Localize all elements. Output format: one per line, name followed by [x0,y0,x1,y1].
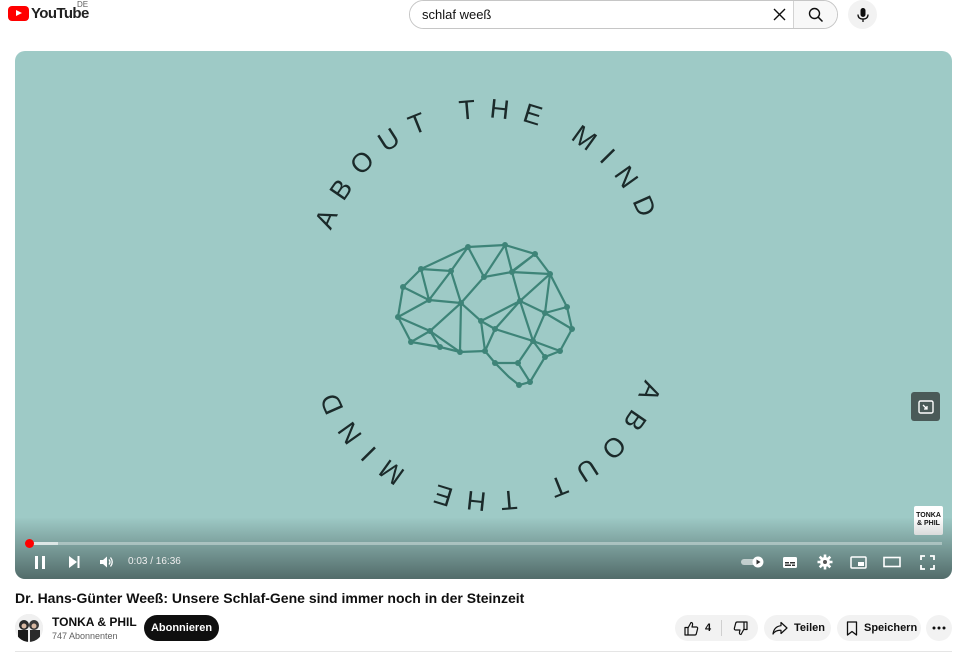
dislike-button[interactable] [722,615,758,641]
share-label: Teilen [794,622,825,634]
save-label: Speichern [864,622,918,634]
next-icon [69,556,80,568]
theater-mode-button[interactable] [881,551,903,573]
like-button[interactable]: 4 [675,615,721,641]
subtitles-icon [783,556,797,568]
next-button[interactable] [63,551,85,573]
search-icon [808,7,823,22]
like-dislike-group: 4 [675,615,758,641]
save-button[interactable]: Speichern [837,615,921,641]
avatar-image [15,614,43,642]
thumbs-up-icon [684,621,699,636]
video-frame: ABOUT THE MIND ABOUT THE MIND [309,93,667,517]
subtitles-button[interactable] [779,551,801,573]
search-input[interactable] [410,1,765,28]
autoplay-icon [741,556,764,568]
search-box [409,0,838,29]
more-actions-button[interactable] [926,615,952,641]
divider [15,651,952,652]
progress-bar[interactable] [24,539,942,548]
close-icon [773,8,785,21]
video-title: Dr. Hans-Günter Weeß: Unsere Schlaf-Gene… [15,590,525,606]
video-player[interactable]: ABOUT THE MIND ABOUT THE MIND TONKA 0:03… [15,51,952,579]
pause-button[interactable] [29,551,51,573]
miniplayer-button[interactable] [847,551,869,573]
country-code: DE [77,0,89,9]
thumbs-down-icon [733,620,748,635]
bookmark-icon [846,620,858,636]
volume-button[interactable] [96,551,118,573]
settings-button[interactable] [814,551,836,573]
artwork-text-bottom: ABOUT THE MIND [309,377,667,517]
artwork-text-top: ABOUT THE MIND [309,93,667,233]
channel-avatar[interactable] [15,614,43,642]
subscriber-count: 747 Abonnenten [52,631,118,641]
controls-gradient [15,517,952,579]
microphone-icon [856,7,869,22]
more-horizontal-icon [932,626,946,630]
miniplayer-icon [849,555,867,569]
pause-icon [35,555,45,569]
volume-icon [100,556,113,568]
fullscreen-icon [919,554,935,570]
time-display: 0:03 / 16:36 [128,556,181,567]
autoplay-toggle[interactable] [739,551,767,573]
channel-name[interactable]: TONKA & PHIL [52,615,137,629]
clear-search-button[interactable] [765,1,793,28]
ambient-mode-button[interactable] [911,392,940,421]
like-count: 4 [705,622,712,634]
theater-mode-icon [883,556,901,568]
scrubber-handle[interactable] [24,539,34,548]
youtube-play-icon [8,6,29,21]
search-button[interactable] [793,1,837,28]
voice-search-button[interactable] [848,0,877,29]
gear-icon [817,554,833,570]
share-button[interactable]: Teilen [764,615,831,641]
subscribe-button[interactable]: Abonnieren [144,615,219,641]
picture-in-picture-icon [917,399,934,414]
fullscreen-button[interactable] [916,551,938,573]
share-icon [772,621,788,635]
